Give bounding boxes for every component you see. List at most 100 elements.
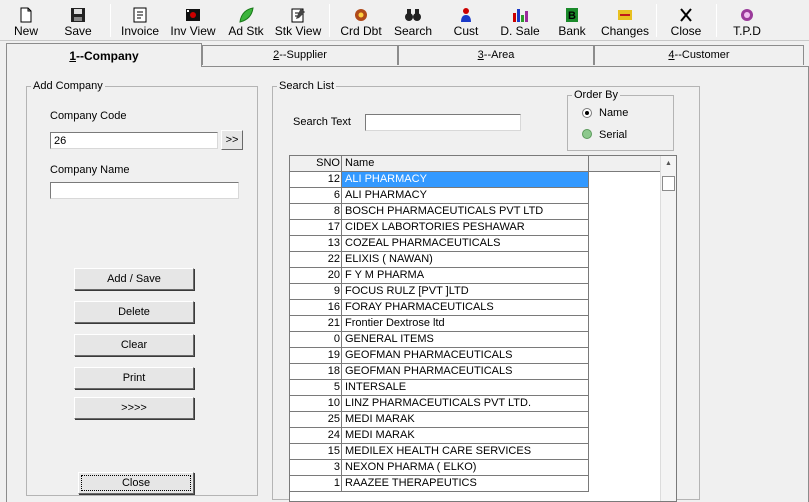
binoculars-icon xyxy=(404,7,422,23)
search-text-label: Search Text xyxy=(293,116,351,128)
vertical-scrollbar[interactable]: ▲ xyxy=(660,156,676,501)
cell-name: GENERAL ITEMS xyxy=(342,332,589,348)
print-button[interactable]: Print xyxy=(74,367,194,389)
company-name-input[interactable] xyxy=(50,182,239,199)
cell-name: Frontier Dextrose ltd xyxy=(342,316,589,332)
toolbar-search-button[interactable]: Search xyxy=(392,0,434,40)
new-page-icon xyxy=(17,7,35,23)
add-save-button[interactable]: Add / Save xyxy=(74,268,194,290)
toolbar-invoice-button[interactable]: Invoice xyxy=(118,0,162,40)
cell-sno: 10 xyxy=(290,396,342,412)
tab-company[interactable]: 1--Company xyxy=(6,43,202,67)
table-row[interactable]: 20 F Y M PHARMA xyxy=(290,268,662,284)
close-button[interactable]: Close xyxy=(78,472,194,494)
table-row[interactable]: 21 Frontier Dextrose ltd xyxy=(290,316,662,332)
order-by-serial-label: Serial xyxy=(599,129,628,141)
toolbar-separator xyxy=(716,4,717,37)
toolbar-crd-dbt-button[interactable]: Crd Dbt xyxy=(337,0,385,40)
cell-name: RAAZEE THERAPEUTICS xyxy=(342,476,589,492)
video-camera-icon xyxy=(184,7,202,23)
scrollbar-thumb[interactable] xyxy=(662,176,675,191)
table-row[interactable]: 1 RAAZEE THERAPEUTICS xyxy=(290,476,662,492)
gear-star-icon xyxy=(352,7,370,23)
table-row[interactable]: 18 GEOFMAN PHARMACEUTICALS xyxy=(290,364,662,380)
toolbar-new-button[interactable]: New xyxy=(6,0,46,40)
cell-name: MEDI MARAK xyxy=(342,428,589,444)
cell-sno: 16 xyxy=(290,300,342,316)
cell-name: GEOFMAN PHARMACEUTICALS xyxy=(342,348,589,364)
cell-sno: 0 xyxy=(290,332,342,348)
company-code-input[interactable] xyxy=(50,132,218,149)
cell-name: CIDEX LABORTORIES PESHAWAR xyxy=(342,220,589,236)
changes-icon xyxy=(616,7,634,23)
table-row[interactable]: 24 MEDI MARAK xyxy=(290,428,662,444)
table-row[interactable]: 0 GENERAL ITEMS xyxy=(290,332,662,348)
scroll-up-arrow-icon[interactable]: ▲ xyxy=(661,156,676,172)
toolbar-cust-button[interactable]: Cust xyxy=(448,0,484,40)
cell-name: FOCUS RULZ [PVT ]LTD xyxy=(342,284,589,300)
cell-name: ALI PHARMACY xyxy=(342,188,589,204)
bar-chart-icon xyxy=(511,7,529,23)
toolbar-stk-view-button[interactable]: Stk View xyxy=(274,0,322,40)
toolbar-separator xyxy=(329,4,330,37)
cell-sno: 20 xyxy=(290,268,342,284)
table-row[interactable]: 3 NEXON PHARMA ( ELKO) xyxy=(290,460,662,476)
toolbar-inv-view-button[interactable]: Inv View xyxy=(168,0,218,40)
table-row[interactable]: 5 INTERSALE xyxy=(290,380,662,396)
cell-name: ALI PHARMACY xyxy=(342,172,589,188)
cell-name: BOSCH PHARMACEUTICALS PVT LTD xyxy=(342,204,589,220)
cell-name: MEDILEX HEALTH CARE SERVICES xyxy=(342,444,589,460)
table-row[interactable]: 9 FOCUS RULZ [PVT ]LTD xyxy=(290,284,662,300)
grid-header: SNO Name xyxy=(290,156,662,172)
grid-header-sno[interactable]: SNO xyxy=(290,156,342,172)
table-row[interactable]: 19 GEOFMAN PHARMACEUTICALS xyxy=(290,348,662,364)
company-code-browse-button[interactable]: >> xyxy=(221,130,243,150)
cell-name: LINZ PHARMACEUTICALS PVT LTD. xyxy=(342,396,589,412)
table-row[interactable]: 16 FORAY PHARMACEUTICALS xyxy=(290,300,662,316)
toolbar: New Save Invoice Inv View Ad Stk Stk Vie… xyxy=(0,0,809,41)
app-window: New Save Invoice Inv View Ad Stk Stk Vie… xyxy=(0,0,809,502)
cell-sno: 12 xyxy=(290,172,342,188)
table-row[interactable]: 10 LINZ PHARMACEUTICALS PVT LTD. xyxy=(290,396,662,412)
toolbar-tpd-button[interactable]: T.P.D xyxy=(728,0,766,40)
cell-name: COZEAL PHARMACEUTICALS xyxy=(342,236,589,252)
grid-header-name[interactable]: Name xyxy=(342,156,589,172)
cell-name: MEDI MARAK xyxy=(342,412,589,428)
toolbar-ad-stk-button[interactable]: Ad Stk xyxy=(226,0,266,40)
next-button[interactable]: >>>> xyxy=(74,397,194,419)
company-name-label: Company Name xyxy=(50,164,130,176)
bank-b-icon: B xyxy=(563,7,581,23)
delete-button[interactable]: Delete xyxy=(74,301,194,323)
cell-sno: 15 xyxy=(290,444,342,460)
company-list-grid[interactable]: SNO Name 12 ALI PHARMACY 6 ALI PHARMACY 8 BOS… xyxy=(289,155,677,502)
tpd-icon xyxy=(738,7,756,23)
toolbar-d-sale-button[interactable]: D. Sale xyxy=(498,0,542,40)
table-row[interactable]: 13 COZEAL PHARMACEUTICALS xyxy=(290,236,662,252)
table-row[interactable]: 12 ALI PHARMACY xyxy=(290,172,662,188)
close-x-icon xyxy=(677,7,695,23)
search-text-input[interactable] xyxy=(365,114,521,131)
tab-area[interactable]: 3--Area xyxy=(398,45,594,65)
toolbar-changes-button[interactable]: Changes xyxy=(600,0,650,40)
table-row[interactable]: 22 ELIXIS ( NAWAN) xyxy=(290,252,662,268)
toolbar-bank-button[interactable]: B Bank xyxy=(554,0,590,40)
toolbar-save-button[interactable]: Save xyxy=(58,0,98,40)
order-by-serial-radio[interactable] xyxy=(582,129,592,139)
company-code-label: Company Code xyxy=(50,110,127,122)
floppy-disk-icon xyxy=(69,7,87,23)
document-pen-icon xyxy=(289,7,307,23)
clear-button[interactable]: Clear xyxy=(74,334,194,356)
tab-supplier[interactable]: 2--Supplier xyxy=(202,45,398,65)
table-row[interactable]: 25 MEDI MARAK xyxy=(290,412,662,428)
order-by-name-label: Name xyxy=(599,107,629,119)
table-row[interactable]: 15 MEDILEX HEALTH CARE SERVICES xyxy=(290,444,662,460)
toolbar-separator xyxy=(110,4,111,37)
table-row[interactable]: 6 ALI PHARMACY xyxy=(290,188,662,204)
table-row[interactable]: 8 BOSCH PHARMACEUTICALS PVT LTD xyxy=(290,204,662,220)
order-by-name-radio[interactable] xyxy=(582,108,592,118)
cell-sno: 18 xyxy=(290,364,342,380)
svg-text:B: B xyxy=(568,10,576,22)
toolbar-close-button[interactable]: Close xyxy=(666,0,706,40)
tab-customer[interactable]: 4--Customer xyxy=(594,45,804,65)
table-row[interactable]: 17 CIDEX LABORTORIES PESHAWAR xyxy=(290,220,662,236)
